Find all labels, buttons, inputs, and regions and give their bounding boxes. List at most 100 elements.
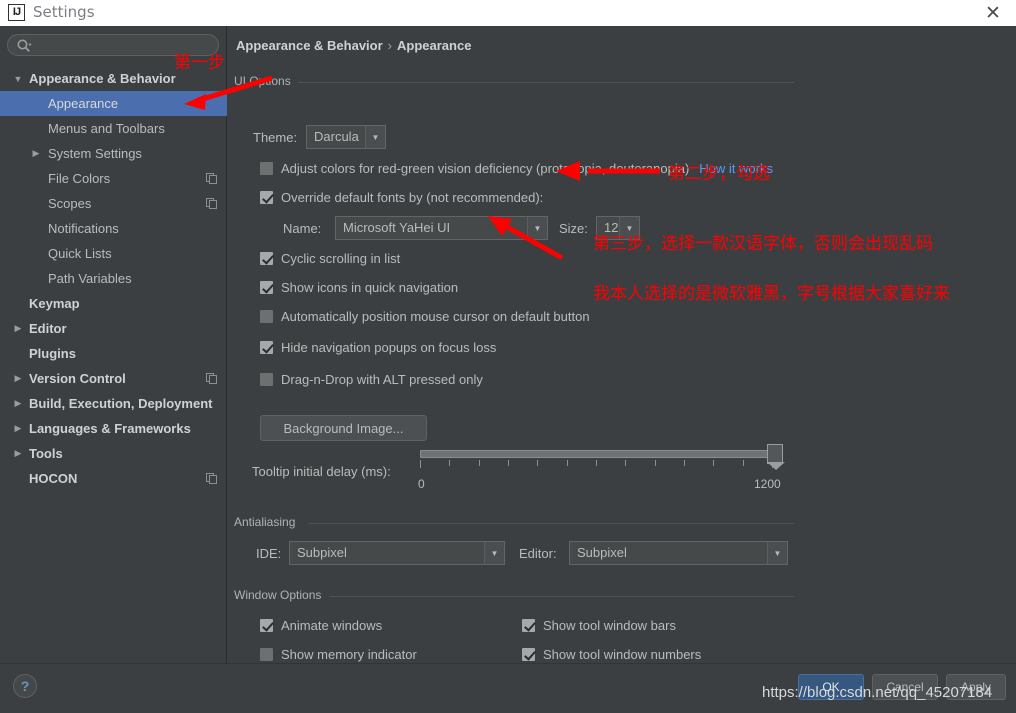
font-name-combo[interactable]: Microsoft YaHei UI ▼ [335, 216, 548, 240]
tooltip-delay-label: Tooltip initial delay (ms): [252, 464, 391, 479]
automatically-position-mouse-cursor-on-default-button-row[interactable]: Automatically position mouse cursor on d… [260, 309, 590, 324]
slider-tick [449, 460, 450, 466]
drag-n-drop-with-alt-pressed-only-checkbox[interactable] [260, 373, 273, 386]
copy-settings-icon [206, 372, 217, 384]
hide-navigation-popups-on-focus-loss-row[interactable]: Hide navigation popups on focus loss [260, 340, 496, 355]
antialiasing-ide-combo[interactable]: Subpixel ▼ [289, 541, 505, 565]
sidebar-item-label: Quick Lists [48, 246, 112, 261]
sidebar-item-system-settings[interactable]: ▶ System Settings [0, 141, 227, 166]
automatically-position-mouse-cursor-on-default-button-checkbox[interactable] [260, 310, 273, 323]
sidebar-item-plugins[interactable]: Plugins [0, 341, 227, 366]
tooltip-delay-slider-track[interactable] [420, 450, 774, 458]
dialog-body: ▼ Appearance & Behavior Appearance Menus an… [0, 26, 1016, 663]
sidebar-item-version-control[interactable]: ▶ Version Control [0, 366, 227, 391]
sidebar-item-path-variables[interactable]: Path Variables [0, 266, 227, 291]
animate-windows-row[interactable]: Animate windows [260, 618, 382, 633]
font-name-label: Name: [283, 221, 322, 236]
sidebar-item-scopes[interactable]: Scopes [0, 191, 227, 216]
drag-n-drop-with-alt-pressed-only-label: Drag-n-Drop with ALT pressed only [281, 372, 483, 387]
tooltip-delay-slider-thumb[interactable] [767, 444, 785, 470]
copy-settings-icon [206, 472, 217, 484]
sidebar-item-tools[interactable]: ▶ Tools [0, 441, 227, 466]
window-options-group-title: Window Options [234, 588, 328, 602]
settings-sidebar: ▼ Appearance & Behavior Appearance Menus an… [0, 26, 227, 663]
show-tool-window-numbers-row[interactable]: Show tool window numbers [522, 647, 701, 662]
intellij-idea-icon: IJ [8, 4, 25, 21]
show-memory-indicator-checkbox[interactable] [260, 648, 273, 661]
breadcrumb-separator: › [387, 38, 393, 53]
sidebar-item-label: Keymap [29, 296, 80, 311]
close-icon[interactable]: ✕ [982, 2, 1004, 24]
breadcrumb: Appearance & Behavior › Appearance [236, 38, 471, 53]
override-fonts-checkbox[interactable] [260, 191, 273, 204]
sidebar-item-notifications[interactable]: Notifications [0, 216, 227, 241]
slider-tick [567, 460, 568, 466]
sidebar-item-label: Scopes [48, 196, 92, 211]
chevron-right-icon[interactable]: ▶ [12, 323, 24, 335]
show-memory-indicator-row[interactable]: Show memory indicator [260, 647, 417, 662]
show-icons-in-quick-navigation-row[interactable]: Show icons in quick navigation [260, 280, 458, 295]
adjust-colors-checkbox[interactable] [260, 162, 273, 175]
breadcrumb-parent[interactable]: Appearance & Behavior [236, 38, 383, 53]
antialiasing-group-title: Antialiasing [234, 515, 302, 529]
chevron-right-icon[interactable]: ▶ [30, 148, 42, 160]
show-tool-window-numbers-checkbox[interactable] [522, 648, 535, 661]
cyclic-scrolling-in-list-label: Cyclic scrolling in list [281, 251, 401, 266]
chevron-right-icon[interactable]: ▶ [12, 423, 24, 435]
chevron-down-icon[interactable]: ▼ [527, 217, 547, 239]
slider-tick [479, 460, 480, 466]
question-mark-icon[interactable]: ? [13, 674, 37, 698]
cyclic-scrolling-in-list-checkbox[interactable] [260, 252, 273, 265]
sidebar-item-hocon[interactable]: HOCON [0, 466, 227, 491]
theme-combo[interactable]: Darcula ▼ [306, 125, 386, 149]
slider-tick [713, 460, 714, 466]
background-image-button[interactable]: Background Image... [260, 415, 427, 441]
antialiasing-editor-value: Subpixel [577, 545, 627, 560]
sidebar-item-languages-frameworks[interactable]: ▶ Languages & Frameworks [0, 416, 227, 441]
sidebar-item-label: System Settings [48, 146, 142, 161]
sidebar-item-editor[interactable]: ▶ Editor [0, 316, 227, 341]
window-title: Settings [33, 3, 95, 21]
sidebar-item-menus-and-toolbars[interactable]: Menus and Toolbars [0, 116, 227, 141]
annotation-step-2: 第二步，勾选 [668, 164, 770, 184]
show-tool-window-bars-row[interactable]: Show tool window bars [522, 618, 676, 633]
chevron-right-icon[interactable]: ▶ [12, 448, 24, 460]
drag-n-drop-with-alt-pressed-only-row[interactable]: Drag-n-Drop with ALT pressed only [260, 372, 483, 387]
title-bar: IJ Settings ✕ [0, 0, 1016, 26]
chevron-down-icon[interactable]: ▼ [12, 73, 24, 85]
show-icons-in-quick-navigation-checkbox[interactable] [260, 281, 273, 294]
tooltip-delay-min-label: 0 [418, 477, 425, 491]
override-fonts-row[interactable]: Override default fonts by (not recommend… [260, 190, 543, 205]
slider-tick [655, 460, 656, 466]
chevron-down-icon[interactable]: ▼ [365, 126, 385, 148]
animate-windows-checkbox[interactable] [260, 619, 273, 632]
show-icons-in-quick-navigation-label: Show icons in quick navigation [281, 280, 459, 295]
chevron-down-icon[interactable]: ▼ [484, 542, 504, 564]
chevron-down-icon[interactable]: ▼ [767, 542, 787, 564]
sidebar-item-label: Editor [29, 321, 67, 336]
window-options-divider [330, 596, 794, 597]
copy-settings-icon [206, 172, 217, 184]
ui-options-divider [298, 82, 794, 83]
automatically-position-mouse-cursor-on-default-button-label: Automatically position mouse cursor on d… [281, 309, 590, 324]
sidebar-item-quick-lists[interactable]: Quick Lists [0, 241, 227, 266]
sidebar-item-appearance[interactable]: Appearance [0, 91, 227, 116]
hide-navigation-popups-on-focus-loss-checkbox[interactable] [260, 341, 273, 354]
antialiasing-ide-value: Subpixel [297, 545, 347, 560]
theme-label: Theme: [253, 130, 298, 145]
sidebar-item-build-execution-deployment[interactable]: ▶ Build, Execution, Deployment [0, 391, 227, 416]
chevron-right-icon[interactable]: ▶ [12, 373, 24, 385]
antialiasing-divider [308, 523, 794, 524]
chevron-right-icon[interactable]: ▶ [12, 398, 24, 410]
cyclic-scrolling-in-list-row[interactable]: Cyclic scrolling in list [260, 251, 400, 266]
sidebar-item-label: Languages & Frameworks [29, 421, 191, 436]
antialiasing-editor-combo[interactable]: Subpixel ▼ [569, 541, 788, 565]
ui-options-group-title: UI Options [234, 74, 297, 88]
sidebar-item-label: Path Variables [48, 271, 132, 286]
settings-dialog: IJ Settings ✕ ▼ Appearance & Behavior Ap… [0, 0, 1016, 713]
sidebar-item-keymap[interactable]: Keymap [0, 291, 227, 316]
sidebar-item-file-colors[interactable]: File Colors [0, 166, 227, 191]
adjust-colors-label: Adjust colors for red-green vision defic… [281, 161, 690, 176]
slider-tick [625, 460, 626, 466]
show-tool-window-bars-checkbox[interactable] [522, 619, 535, 632]
